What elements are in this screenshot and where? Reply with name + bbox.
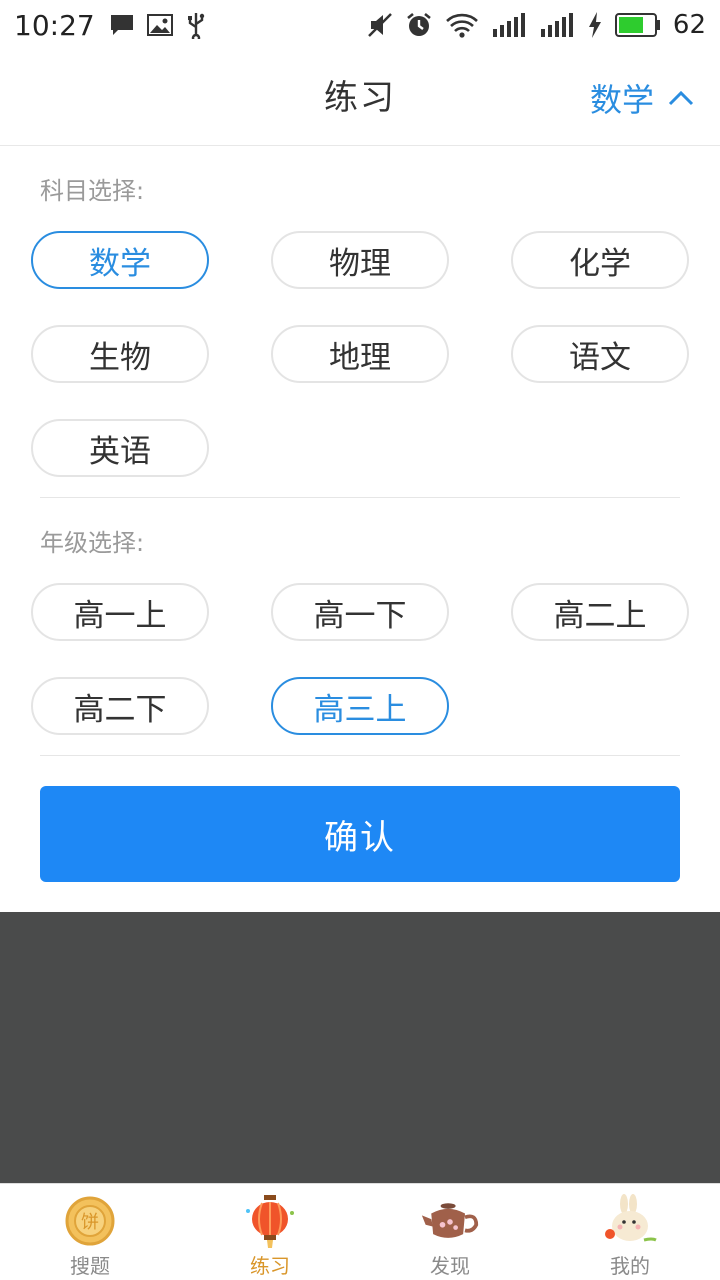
- subject-chip[interactable]: 化学: [511, 231, 689, 289]
- nav-label: 发现: [430, 1254, 470, 1278]
- grade-chip[interactable]: 高二下: [31, 677, 209, 735]
- nav-item-discover[interactable]: 发现: [360, 1184, 540, 1280]
- bottom-nav: 饼 搜题 练习 发现 我的: [0, 1183, 720, 1280]
- nav-label: 练习: [250, 1254, 290, 1278]
- subject-dropdown-toggle[interactable]: 数学: [590, 50, 694, 146]
- grade-chip[interactable]: 高二上: [511, 583, 689, 641]
- confirm-button[interactable]: 确认: [40, 786, 680, 882]
- signal-icon: [539, 11, 575, 39]
- nav-item-profile[interactable]: 我的: [540, 1184, 720, 1280]
- status-bar: 10:27 62: [0, 0, 720, 50]
- subject-chip[interactable]: 地理: [271, 325, 449, 383]
- svg-text:饼: 饼: [81, 1212, 99, 1233]
- grade-chip[interactable]: 高一上: [31, 583, 209, 641]
- charging-icon: [587, 11, 603, 39]
- dim-overlay[interactable]: [0, 912, 720, 1183]
- usb-icon: [185, 11, 207, 39]
- battery-level: 62: [672, 10, 706, 40]
- lantern-icon: [240, 1194, 300, 1248]
- battery-icon: [614, 12, 661, 38]
- divider: [40, 755, 680, 756]
- divider: [40, 497, 680, 498]
- nav-item-practice[interactable]: 练习: [180, 1184, 360, 1280]
- subject-chip[interactable]: 数学: [31, 231, 209, 289]
- chevron-up-icon: [668, 90, 694, 106]
- wifi-icon: [445, 11, 479, 39]
- grade-chip[interactable]: 高三上: [271, 677, 449, 735]
- image-icon: [146, 14, 173, 36]
- rabbit-icon: [600, 1194, 660, 1248]
- grade-section-label: 年级选择:: [40, 529, 145, 557]
- nav-label: 搜题: [70, 1254, 110, 1278]
- teapot-icon: [420, 1194, 480, 1248]
- subject-chip[interactable]: 物理: [271, 231, 449, 289]
- signal-icon: [491, 11, 527, 39]
- subject-chip[interactable]: 语文: [511, 325, 689, 383]
- mooncake-icon: 饼: [60, 1194, 120, 1248]
- grade-chip[interactable]: 高一下: [271, 583, 449, 641]
- status-time: 10:27: [14, 8, 95, 42]
- message-icon: [109, 13, 135, 37]
- header: 练习 数学: [0, 50, 720, 146]
- nav-item-search[interactable]: 饼 搜题: [0, 1184, 180, 1280]
- mute-icon: [367, 12, 393, 38]
- subject-toggle-label: 数学: [589, 81, 654, 119]
- subject-section-label: 科目选择:: [40, 177, 145, 205]
- nav-label: 我的: [610, 1254, 650, 1278]
- alarm-icon: [405, 11, 433, 39]
- subject-chip[interactable]: 英语: [31, 419, 209, 477]
- subject-chip[interactable]: 生物: [31, 325, 209, 383]
- filter-panel: 科目选择: 数学 物理 化学 生物 地理 语文 英语 年级选择: 高一上 高一下…: [0, 147, 720, 912]
